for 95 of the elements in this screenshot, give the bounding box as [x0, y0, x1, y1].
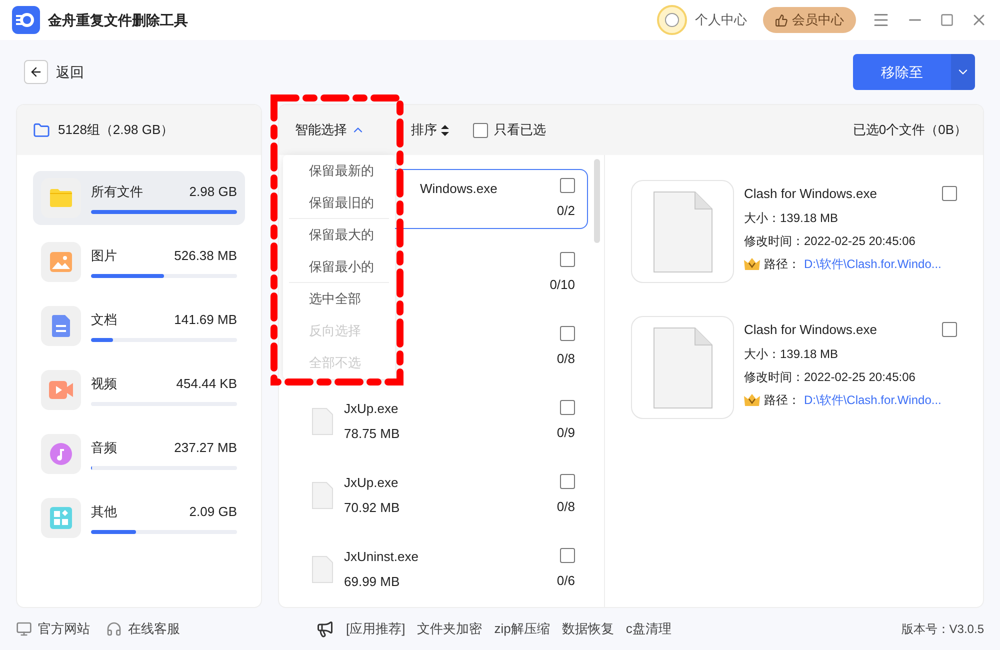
- menu-item[interactable]: 保留最旧的: [289, 187, 389, 219]
- file-name: JxUninst.exe: [344, 548, 418, 566]
- file-name: Windows.exe: [420, 180, 498, 198]
- path-label: 路径：: [764, 256, 800, 272]
- sort-button[interactable]: 排序: [411, 120, 449, 140]
- selection-count: 0/10: [550, 276, 575, 294]
- sort-arrows-icon: [441, 124, 449, 136]
- group-row[interactable]: JxUninst.exe 69.99 MB 0/6: [299, 539, 588, 599]
- file-name: Clash for Windows.exe: [744, 185, 877, 203]
- checkbox[interactable]: [560, 178, 575, 193]
- modified-time: 修改时间：2022-02-25 20:45:06: [744, 232, 916, 250]
- recommend-link[interactable]: 文件夹加密: [417, 619, 482, 639]
- file-path-link[interactable]: D:\软件\Clash.for.Windo...: [804, 390, 942, 408]
- smart-select-dropdown[interactable]: 智能选择: [295, 120, 365, 140]
- selection-count: 0/9: [556, 424, 575, 442]
- category-label: 其他: [91, 503, 117, 522]
- selection-count: 0/2: [556, 202, 575, 220]
- document-icon: [52, 315, 70, 337]
- checkbox[interactable]: [942, 322, 957, 338]
- folder-icon: [33, 122, 50, 138]
- avatar[interactable]: [657, 5, 687, 35]
- file-name: Clash for Windows.exe: [744, 321, 877, 339]
- file-icon: [312, 556, 333, 582]
- headset-icon: [106, 621, 122, 637]
- move-to-button[interactable]: 移除至: [853, 54, 951, 90]
- file-size: 大小：139.18 MB: [744, 346, 840, 362]
- file-name: JxUp.exe: [344, 400, 398, 418]
- category-label: 音频: [91, 439, 117, 458]
- checkbox[interactable]: [560, 400, 575, 415]
- recommend-link[interactable]: 数据恢复: [562, 619, 614, 639]
- file-icon: [312, 408, 333, 434]
- checkbox[interactable]: [560, 548, 575, 563]
- app-logo: [12, 6, 40, 34]
- member-center-button[interactable]: 会员中心: [763, 7, 856, 33]
- category-item[interactable]: 所有文件 2.98 GB: [33, 171, 245, 225]
- file-icon: [652, 326, 712, 408]
- menu-item[interactable]: 选中全部: [289, 283, 389, 315]
- website-link[interactable]: 官方网站: [38, 619, 90, 639]
- selection-count: 0/8: [556, 350, 575, 368]
- selection-count: 0/8: [556, 498, 575, 516]
- file-icon: [312, 482, 333, 508]
- checkbox[interactable]: [473, 122, 488, 138]
- crown-icon: [744, 394, 760, 406]
- category-size: 454.44 KB: [176, 375, 237, 394]
- file-size: 78.75 MB: [344, 425, 401, 443]
- file-name: JxUp.exe: [344, 474, 398, 492]
- group-row[interactable]: JxUp.exe 78.75 MB 0/9: [299, 391, 588, 451]
- dropdown-button[interactable]: [951, 54, 975, 90]
- category-label: 文档: [91, 311, 117, 330]
- menu-icon[interactable]: [872, 11, 890, 29]
- user-center-link[interactable]: 个人中心: [695, 10, 747, 30]
- selection-count: 0/6: [556, 572, 575, 590]
- checkbox[interactable]: [942, 186, 957, 202]
- music-note-icon: [50, 443, 72, 465]
- image-icon: [50, 252, 72, 272]
- path-label: 路径：: [764, 392, 800, 408]
- only-selected-label[interactable]: 只看已选: [494, 120, 546, 140]
- file-icon: [652, 190, 712, 272]
- back-link[interactable]: 返回: [56, 62, 84, 82]
- back-arrow-button[interactable]: [24, 60, 48, 84]
- category-label: 所有文件: [91, 183, 143, 202]
- file-size: 70.92 MB: [344, 499, 401, 517]
- monitor-icon: [16, 621, 32, 637]
- checkbox[interactable]: [560, 474, 575, 489]
- category-size: 237.27 MB: [174, 439, 237, 458]
- category-label: 图片: [91, 247, 117, 266]
- file-size: 69.99 MB: [344, 573, 401, 591]
- apps-icon: [50, 507, 72, 529]
- thumbs-up-icon: [775, 14, 788, 26]
- selected-summary: 已选0个文件（0B）: [852, 121, 967, 140]
- scrollbar[interactable]: [594, 159, 600, 243]
- folder-icon: [50, 189, 72, 207]
- category-size: 526.38 MB: [174, 247, 237, 266]
- category-size: 141.69 MB: [174, 311, 237, 330]
- maximize-icon[interactable]: [940, 13, 954, 27]
- modified-time: 修改时间：2022-02-25 20:45:06: [744, 368, 916, 386]
- recommend-link[interactable]: zip解压缩: [494, 619, 550, 639]
- window-title: 金舟重复文件删除工具: [48, 10, 188, 30]
- category-size: 2.09 GB: [189, 503, 237, 522]
- file-size: 大小：139.18 MB: [744, 210, 840, 226]
- checkbox[interactable]: [560, 326, 575, 341]
- group-summary: 5128组（2.98 GB）: [58, 121, 174, 140]
- crown-icon: [744, 258, 760, 270]
- back-arrow-icon: [29, 65, 43, 79]
- support-link[interactable]: 在线客服: [128, 619, 180, 639]
- megaphone-icon: [316, 620, 334, 638]
- menu-item[interactable]: 保留最小的: [289, 251, 389, 283]
- version-label: 版本号：V3.0.5: [901, 621, 984, 638]
- checkbox[interactable]: [560, 252, 575, 267]
- category-size: 2.98 GB: [189, 183, 237, 202]
- recommend-link[interactable]: c盘清理: [626, 619, 672, 639]
- file-path-link[interactable]: D:\软件\Clash.for.Windo...: [804, 254, 942, 272]
- group-row[interactable]: JxUp.exe 70.92 MB 0/8: [299, 465, 588, 525]
- video-camera-icon: [49, 381, 73, 399]
- category-label: 视频: [91, 375, 117, 394]
